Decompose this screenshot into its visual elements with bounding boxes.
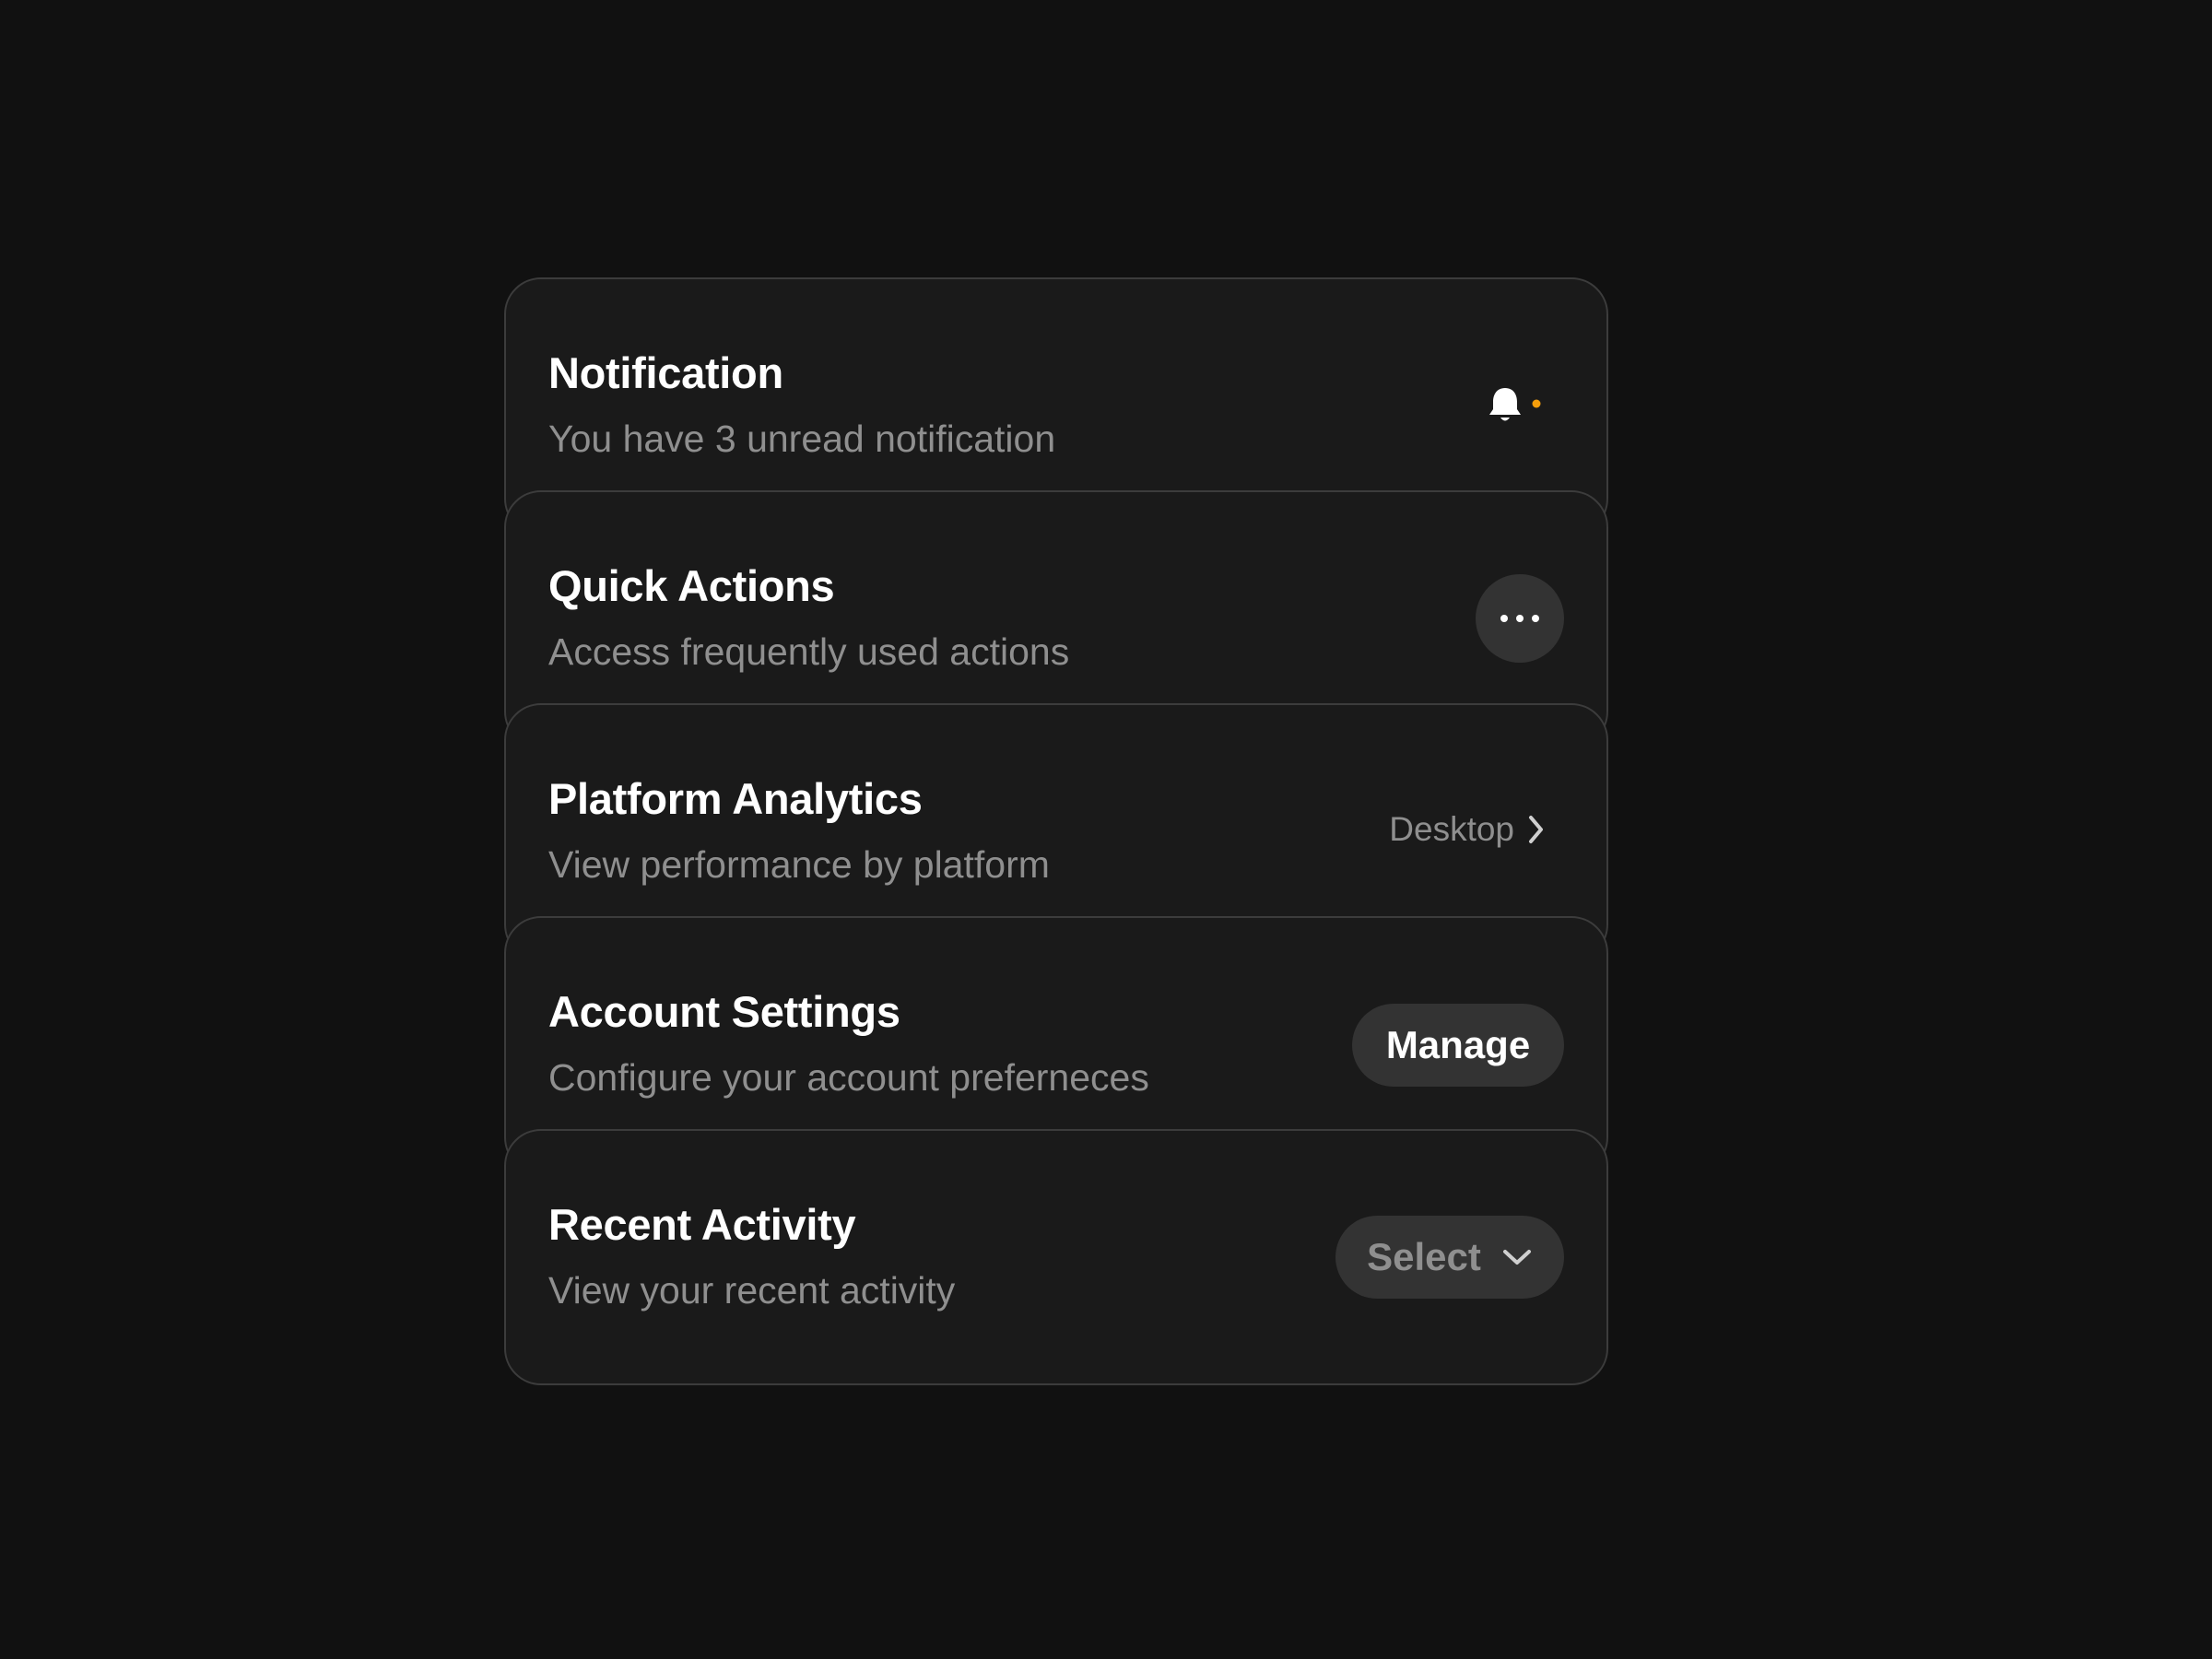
notification-title: Notification <box>548 348 783 397</box>
more-actions-button[interactable] <box>1476 574 1564 663</box>
notification-bell-button[interactable] <box>1487 385 1544 428</box>
account-settings-description: Configure your account preferneces <box>548 1056 1149 1099</box>
manage-button[interactable]: Manage <box>1352 1004 1564 1087</box>
chevron-right-icon <box>1529 816 1543 843</box>
quick-actions-description: Access frequently used actions <box>548 630 1070 673</box>
platform-select-link[interactable]: Desktop <box>1389 806 1546 853</box>
account-settings-title: Account Settings <box>548 987 900 1036</box>
recent-activity-card: Recent Activity View your recent activit… <box>504 1129 1608 1385</box>
recent-activity-description: View your recent activity <box>548 1269 956 1312</box>
select-value: Select <box>1367 1235 1481 1278</box>
activity-select-dropdown[interactable]: Select <box>1335 1216 1564 1299</box>
recent-activity-title: Recent Activity <box>548 1200 856 1249</box>
quick-actions-title: Quick Actions <box>548 561 835 610</box>
notification-description: You have 3 unread notification <box>548 418 1056 460</box>
platform-analytics-title: Platform Analytics <box>548 774 923 823</box>
more-horizontal-icon <box>1500 615 1539 622</box>
unread-dot <box>1532 399 1541 408</box>
platform-analytics-description: View performance by platform <box>548 843 1050 886</box>
platform-link-label: Desktop <box>1389 810 1514 848</box>
bell-icon <box>1489 388 1541 421</box>
chevron-down-icon <box>1502 1250 1531 1265</box>
